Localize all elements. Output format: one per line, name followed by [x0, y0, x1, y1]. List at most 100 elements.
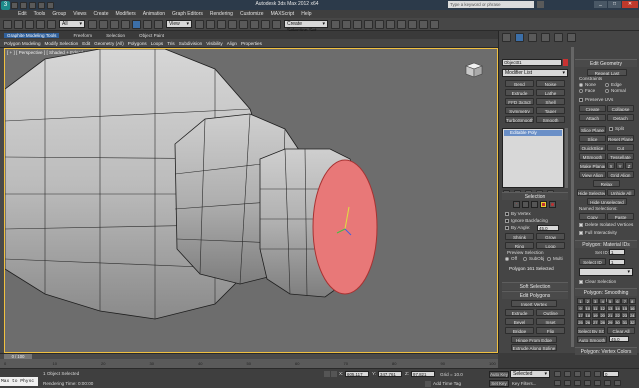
material-name-dropdown[interactable]: ▾	[579, 268, 633, 276]
unlink-icon[interactable]	[36, 19, 45, 29]
slice-button[interactable]: Slice	[579, 135, 606, 142]
ribbon-panel-subdivision[interactable]: Subdivision	[179, 41, 203, 46]
bridge-button[interactable]: Bridge	[505, 327, 534, 334]
paste-button[interactable]: Paste	[607, 213, 634, 220]
reset-plane-button[interactable]: Reset Plane	[607, 135, 634, 142]
selection-rollout-title[interactable]: Selection	[502, 192, 568, 200]
vertex-mode-icon[interactable]: ·	[513, 201, 520, 208]
edge-mode-icon[interactable]	[522, 201, 529, 208]
hinge-from-edge-button[interactable]: Hinge From Edge	[511, 336, 557, 343]
smoothing-group-10[interactable]: 10	[584, 305, 592, 311]
smoothing-group-2[interactable]: 2	[584, 298, 592, 304]
percent-snap-icon[interactable]	[250, 19, 259, 29]
stack-scrollbar[interactable]	[565, 128, 568, 188]
menu-item-group[interactable]: Group	[52, 11, 66, 17]
ribbon-panel-visibility[interactable]: Visibility	[206, 41, 223, 46]
goto-end-icon[interactable]	[594, 371, 601, 377]
bind-spacewarp-icon[interactable]	[47, 19, 56, 29]
smoothing-group-5[interactable]: 5	[606, 298, 614, 304]
modifier-button-smooth[interactable]: Smooth	[536, 116, 565, 123]
collapse-button[interactable]: Collapse	[607, 105, 634, 112]
preview-off-radio[interactable]	[505, 257, 509, 261]
graphite-toggle-icon[interactable]	[364, 19, 373, 29]
smoothing-group-28[interactable]: 28	[599, 319, 607, 325]
detach-button[interactable]: Detach	[607, 114, 634, 121]
smoothing-group-4[interactable]: 4	[599, 298, 607, 304]
stack-item-editable-poly[interactable]: Editable Poly	[504, 130, 562, 136]
ring-button[interactable]: Ring	[505, 242, 534, 249]
ribbon-panel-polygons[interactable]: Polygons	[128, 41, 147, 46]
undo-toolbar-icon[interactable]	[3, 19, 12, 29]
menu-item-rendering[interactable]: Rendering	[210, 11, 233, 17]
zoom-icon[interactable]	[554, 380, 561, 386]
rendered-frame-icon[interactable]	[419, 19, 428, 29]
ribbon-panel-loops[interactable]: Loops	[151, 41, 164, 46]
clear-all-button[interactable]: Clear All	[607, 327, 635, 334]
field-of-view-icon[interactable]	[584, 380, 591, 386]
preview-subobj-radio[interactable]	[523, 257, 527, 261]
constraint-edge-radio[interactable]	[605, 83, 609, 87]
ribbon-tab-selection[interactable]: Selection	[106, 33, 125, 38]
save-icon[interactable]	[29, 1, 36, 9]
extrude-along-spline-button[interactable]: Extrude Along Spline	[511, 344, 557, 351]
quickslice-button[interactable]: QuickSlice	[579, 144, 606, 151]
ribbon-panel-polygon-modeling[interactable]: Polygon Modeling	[4, 41, 41, 46]
smoothing-group-27[interactable]: 27	[591, 319, 599, 325]
maxscript-listener[interactable]: Max to Physc	[0, 377, 38, 386]
smoothing-group-1[interactable]: 1	[577, 298, 584, 304]
split-checkbox[interactable]	[609, 127, 613, 131]
key-filters-button[interactable]: Key Filters...	[512, 380, 546, 387]
select-by-name-icon[interactable]	[99, 19, 108, 29]
ribbon-panel-align[interactable]: Align	[227, 41, 237, 46]
ribbon-panel-tris[interactable]: Tris	[167, 41, 174, 46]
track-bar[interactable]: 0 10 20 30 40 50 60 70 80 90 100	[0, 359, 498, 368]
modify-tab-icon[interactable]	[515, 33, 524, 42]
named-selection-dropdown[interactable]: Create Selection Set▾	[284, 20, 328, 34]
delete-isolated-checkbox[interactable]	[579, 223, 583, 227]
lock-selection-icon[interactable]	[324, 371, 330, 377]
modifier-button-taper[interactable]: Taper	[536, 107, 565, 114]
spinner-snap-icon[interactable]	[261, 19, 270, 29]
preserve-uvs-checkbox[interactable]	[579, 98, 583, 102]
vertex-colors-rollout-title[interactable]: Polygon: Vertex Colors	[575, 347, 637, 355]
keyboard-shortcut-icon[interactable]	[217, 19, 226, 29]
zoom-all-icon[interactable]	[564, 380, 571, 386]
tessellate-button[interactable]: Tessellate	[607, 153, 634, 160]
ref-coord-dropdown[interactable]: View ▾	[166, 20, 192, 28]
modifier-button-bend[interactable]: Bend	[505, 80, 534, 87]
smoothing-group-11[interactable]: 11	[591, 305, 599, 311]
select-scale-icon[interactable]	[154, 19, 163, 29]
axis-y-button[interactable]: Y	[616, 162, 624, 169]
smoothing-groups-rollout-title[interactable]: Polygon: Smoothing Groups	[575, 288, 637, 304]
msmooth-button[interactable]: MSmooth	[579, 153, 606, 160]
make-planar-button[interactable]: Make Planar	[579, 162, 606, 169]
selection-filter-dropdown[interactable]: All ▾	[59, 20, 85, 28]
loop-button[interactable]: Loop	[536, 242, 565, 249]
polygon-mode-icon[interactable]	[540, 201, 547, 208]
ribbon-tab-freeform[interactable]: Freeform	[73, 33, 92, 38]
key-mode-dropdown[interactable]: Selected ▾	[510, 370, 550, 378]
smoothing-group-3[interactable]: 3	[591, 298, 599, 304]
create-button[interactable]: Create	[579, 105, 606, 112]
menu-item-create[interactable]: Create	[93, 11, 108, 17]
play-icon[interactable]	[574, 371, 581, 377]
menu-item-edit[interactable]: Edit	[18, 11, 27, 17]
render-setup-icon[interactable]	[408, 19, 417, 29]
auto-smooth-button[interactable]: Auto Smooth	[577, 336, 607, 343]
open-icon[interactable]	[20, 1, 27, 9]
manipulate-icon[interactable]	[206, 19, 215, 29]
flip-button[interactable]: Flip	[536, 327, 565, 334]
material-editor-icon[interactable]	[397, 19, 406, 29]
ribbon-panel-edit[interactable]: Edit	[82, 41, 90, 46]
select-move-icon[interactable]	[132, 19, 141, 29]
snaps-toggle-icon[interactable]	[228, 19, 237, 29]
add-time-tag[interactable]: Add Time Tag	[433, 381, 461, 386]
smoothing-group-31[interactable]: 31	[621, 319, 629, 325]
current-frame-field[interactable]: 0	[603, 371, 619, 377]
border-mode-icon[interactable]	[531, 201, 538, 208]
smoothing-group-13[interactable]: 13	[606, 305, 614, 311]
select-id-spinner[interactable]: 1	[609, 259, 625, 265]
smoothing-group-25[interactable]: 25	[577, 319, 584, 325]
close-button[interactable]: ✕	[622, 1, 638, 8]
modifier-button-extrude[interactable]: Extrude	[505, 89, 534, 96]
